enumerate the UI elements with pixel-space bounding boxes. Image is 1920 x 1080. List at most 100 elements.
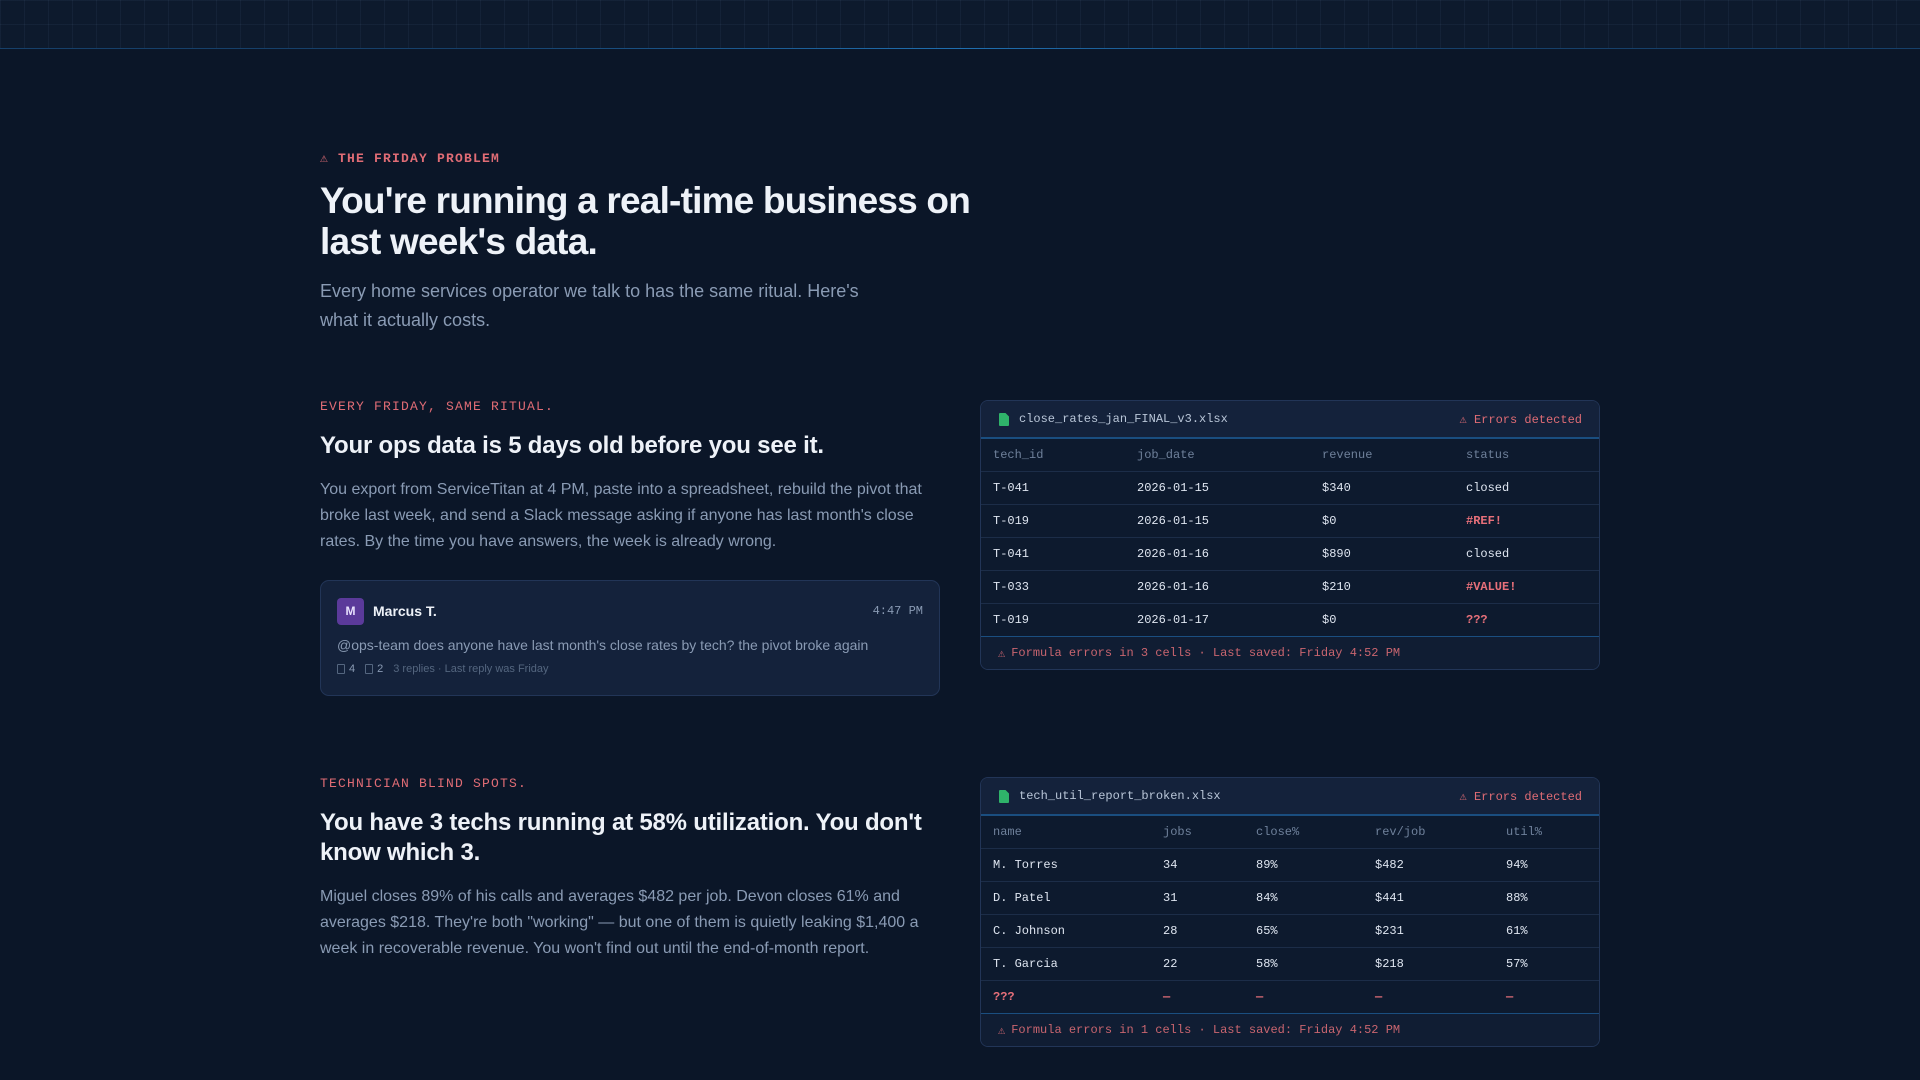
table-cell: — xyxy=(1163,990,1171,1004)
spreadsheet-footer-text: Formula errors in 3 cells · Last saved: … xyxy=(1011,646,1401,660)
section2-title: You have 3 techs running at 58% utilizat… xyxy=(320,809,922,866)
table-row: M. Torres 34 89% $482 94% xyxy=(981,848,1599,882)
table-row: D. Patel 31 84% $441 88% xyxy=(981,881,1599,915)
warning-triangle-icon: ⚠ xyxy=(998,646,1006,661)
table-cell: 2026-01-16 xyxy=(1125,537,1310,571)
table-cell: #REF! xyxy=(1454,504,1599,538)
avatar: M xyxy=(337,597,364,625)
table-row: T-041 2026-01-16 $890 closed xyxy=(981,537,1599,571)
slack-timestamp: 4:47 PM xyxy=(872,604,923,618)
table-cell: — xyxy=(1506,990,1514,1004)
errors-detected-badge: ⚠ Errors detected xyxy=(1459,789,1582,804)
slack-message-header: M Marcus T. 4:47 PM xyxy=(337,597,923,625)
comment-icon xyxy=(365,664,374,674)
column-header: revenue xyxy=(1310,439,1454,472)
table-cell: closed xyxy=(1454,471,1599,505)
spreadsheet-header: tech_util_report_broken.xlsx ⚠ Errors de… xyxy=(981,778,1599,816)
top-grid-band xyxy=(0,0,1920,49)
slack-message-text: @ops-team does anyone have last month's … xyxy=(337,637,869,653)
table-cell: 57% xyxy=(1494,947,1599,981)
table-cell: $0 xyxy=(1322,613,1337,627)
table-cell: closed xyxy=(1454,537,1599,571)
spreadsheet-filename: tech_util_report_broken.xlsx xyxy=(1019,789,1221,803)
emoji-reaction-icon xyxy=(337,664,345,674)
column-header: tech_id xyxy=(981,439,1125,472)
table-cell: $231 xyxy=(1363,914,1494,948)
table-row: T-019 2026-01-15 $0 #REF! xyxy=(981,504,1599,538)
table-cell: 65% xyxy=(1244,914,1363,948)
section1-title: Your ops data is 5 days old before you s… xyxy=(320,432,824,459)
table-row: T-041 2026-01-15 $340 closed xyxy=(981,471,1599,505)
column-header: close% xyxy=(1244,816,1363,849)
comment-group[interactable]: 2 xyxy=(365,663,383,675)
table-cell: $0 xyxy=(1310,504,1454,538)
table-cell: 28 xyxy=(1151,914,1244,948)
table-cell: D. Patel xyxy=(981,881,1151,915)
slack-message-meta: 4 2 3 replies · Last reply was Friday xyxy=(337,663,923,675)
column-header: util% xyxy=(1494,816,1599,849)
section1-eyebrow: EVERY FRIDAY, SAME RITUAL. xyxy=(320,399,555,414)
table-cell: — xyxy=(1375,990,1383,1004)
hero-eyebrow: ⚠ THE FRIDAY PROBLEM xyxy=(320,151,501,166)
comment-count: 2 xyxy=(377,663,384,675)
column-header: name xyxy=(981,816,1151,849)
table-cell: C. Johnson xyxy=(981,914,1151,948)
reaction-count: 4 xyxy=(349,663,356,675)
hero-subtitle: Every home services operator we talk to … xyxy=(320,281,859,330)
hero-title: You're running a real-time business on l… xyxy=(320,180,971,262)
column-header: status xyxy=(1454,439,1599,472)
table-row: T-019 2026-01-17 $0??? xyxy=(981,604,1599,637)
table-row: T-033 2026-01-16 $210 #VALUE! xyxy=(981,570,1599,604)
table-cell: 2026-01-15 xyxy=(1125,471,1310,505)
table-cell: T-019 xyxy=(993,613,1030,627)
errors-detected-badge: ⚠ Errors detected xyxy=(1459,412,1582,427)
table-cell: M. Torres xyxy=(981,848,1151,882)
table-cell: $210 xyxy=(1310,570,1454,604)
table-cell: T-033 xyxy=(981,570,1125,604)
spreadsheet-footer-text: Formula errors in 1 cells · Last saved: … xyxy=(1011,1023,1401,1037)
table-cell: T-041 xyxy=(981,537,1125,571)
spreadsheet-file-icon xyxy=(999,789,1009,803)
table-cell: 34 xyxy=(1151,848,1244,882)
table-cell: 84% xyxy=(1244,881,1363,915)
table-cell: ??? xyxy=(1466,613,1488,627)
thread-replies-link[interactable]: 3 replies · Last reply was Friday xyxy=(393,663,548,675)
table-cell: $441 xyxy=(1363,881,1494,915)
table-cell: 61% xyxy=(1494,914,1599,948)
table-cell: 2026-01-17 xyxy=(1137,613,1210,627)
section1-body: You export from ServiceTitan at 4 PM, pa… xyxy=(320,481,922,550)
column-header: rev/job xyxy=(1363,816,1494,849)
spreadsheet-close-rates: close_rates_jan_FINAL_v3.xlsx ⚠ Errors d… xyxy=(980,400,1600,670)
table-cell: $890 xyxy=(1310,537,1454,571)
table-cell: $340 xyxy=(1310,471,1454,505)
table-cell: 58% xyxy=(1244,947,1363,981)
spreadsheet-header: close_rates_jan_FINAL_v3.xlsx ⚠ Errors d… xyxy=(981,401,1599,439)
table-cell: T-019 xyxy=(981,504,1125,538)
table-cell: 2026-01-16 xyxy=(1125,570,1310,604)
table-cell: T. Garcia xyxy=(981,947,1151,981)
table-cell: ??? xyxy=(993,990,1015,1004)
spreadsheet-file-icon xyxy=(999,412,1009,426)
column-header: jobs xyxy=(1151,816,1244,849)
spreadsheet-table: tech_id job_date revenue status T-041 2026-0… xyxy=(981,439,1599,636)
spreadsheet-tech-util: tech_util_report_broken.xlsx ⚠ Errors de… xyxy=(980,777,1600,1047)
spreadsheet-table: name jobs close% rev/job util% M. Torres 34 89… xyxy=(981,816,1599,1013)
table-cell: 88% xyxy=(1494,881,1599,915)
table-cell: T-041 xyxy=(981,471,1125,505)
table-cell: 89% xyxy=(1244,848,1363,882)
spreadsheet-footer: ⚠ Formula errors in 1 cells · Last saved… xyxy=(981,1013,1599,1046)
spreadsheet-footer: ⚠ Formula errors in 3 cells · Last saved… xyxy=(981,636,1599,669)
warning-triangle-icon: ⚠ xyxy=(998,1023,1006,1038)
reaction-group[interactable]: 4 xyxy=(337,663,355,675)
section2-eyebrow: TECHNICIAN BLIND SPOTS. xyxy=(320,776,528,791)
column-header: job_date xyxy=(1125,439,1310,472)
spreadsheet-filename: close_rates_jan_FINAL_v3.xlsx xyxy=(1019,412,1228,426)
slack-message-card: M Marcus T. 4:47 PM @ops-team does anyon… xyxy=(320,580,940,696)
table-cell: 2026-01-15 xyxy=(1125,504,1310,538)
table-header-row: tech_id job_date revenue status xyxy=(981,439,1599,472)
table-cell: 94% xyxy=(1494,848,1599,882)
table-cell: #VALUE! xyxy=(1454,570,1599,604)
table-cell: 31 xyxy=(1151,881,1244,915)
slack-author-name: Marcus T. xyxy=(373,603,437,619)
table-row: ??? — — — — xyxy=(981,981,1599,1014)
